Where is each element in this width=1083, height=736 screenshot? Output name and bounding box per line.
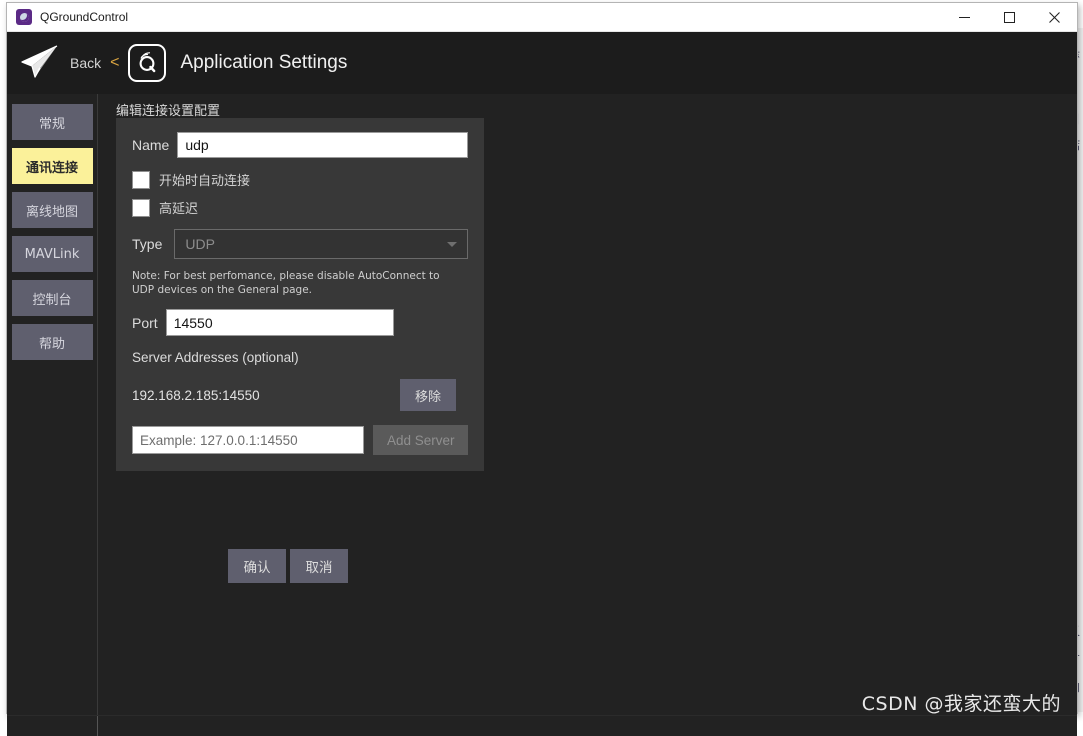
new-server-input[interactable]: Example: 127.0.0.1:14550: [132, 426, 365, 455]
sidebar-item-mavlink[interactable]: MAVLink: [11, 236, 93, 272]
confirm-button[interactable]: 确认: [228, 549, 286, 583]
high-latency-checkbox-row[interactable]: 高延迟: [132, 198, 468, 217]
name-label: Name: [132, 137, 170, 153]
sidebar-item-offline-maps[interactable]: 离线地图: [11, 192, 93, 228]
name-row: Name udp: [132, 132, 468, 158]
server-addresses-heading: Server Addresses (optional): [132, 350, 299, 366]
window-controls: [942, 3, 1077, 31]
sidebar-item-help[interactable]: 帮助: [11, 324, 93, 360]
qgc-app-icon: [16, 9, 32, 25]
settings-sidebar: 常规 通讯连接 离线地图 MAVLink 控制台 帮助: [7, 94, 98, 715]
autoconnect-checkbox-row[interactable]: 开始时自动连接: [132, 170, 468, 189]
add-server-button[interactable]: Add Server: [373, 425, 468, 456]
server-address-row: 192.168.2.185:14550 移除: [132, 379, 468, 412]
close-icon[interactable]: [1032, 3, 1077, 31]
port-label: Port: [132, 314, 158, 331]
watermark: CSDN @我家还蛮大的: [861, 693, 1061, 715]
app-header: Back < Application Settings: [7, 32, 1077, 94]
panel-heading: 编辑连接设置配置: [116, 104, 221, 119]
minimize-icon[interactable]: [942, 3, 987, 31]
high-latency-checkbox[interactable]: [132, 198, 150, 217]
window-title: QGroundControl: [40, 10, 129, 24]
port-row: Port 14550: [132, 309, 468, 337]
autoconnect-label: 开始时自动连接: [159, 174, 251, 189]
window-bottom-strip: [7, 715, 1077, 736]
high-latency-label: 高延迟: [159, 202, 199, 217]
sidebar-item-comm-links[interactable]: 通讯连接: [11, 148, 93, 184]
bottom-divider: [97, 716, 98, 736]
link-config-panel: Name udp 开始时自动连接 高延迟 Type UDP Note: For …: [116, 118, 484, 472]
type-label: Type: [132, 236, 163, 252]
note-text: Note: For best perfomance, please disabl…: [132, 270, 440, 297]
add-server-row: Example: 127.0.0.1:14550 Add Server: [132, 425, 468, 456]
page-title: Application Settings: [180, 52, 348, 73]
cancel-button[interactable]: 取消: [290, 549, 348, 583]
port-input[interactable]: 14550: [165, 309, 394, 337]
sidebar-item-general[interactable]: 常规: [11, 104, 93, 140]
name-input[interactable]: udp: [177, 132, 468, 158]
remove-server-button[interactable]: 移除: [400, 379, 456, 412]
chevron-down-icon: [447, 241, 457, 247]
maximize-icon[interactable]: [987, 3, 1032, 31]
qgroundcontrol-window: QGroundControl Back < Application Settin…: [6, 2, 1078, 736]
dialog-actions: 确认 取消: [228, 549, 352, 583]
paper-plane-icon[interactable]: [19, 44, 61, 82]
back-chevron-icon[interactable]: <: [110, 54, 119, 72]
sidebar-item-console[interactable]: 控制台: [11, 280, 93, 316]
main-body: 常规 通讯连接 离线地图 MAVLink 控制台 帮助 编辑连接设置配置 Nam…: [7, 94, 1077, 715]
type-dropdown[interactable]: UDP: [174, 229, 468, 259]
settings-content: 编辑连接设置配置 Name udp 开始时自动连接 高延迟 Type UDP N…: [98, 94, 1077, 715]
back-label[interactable]: Back: [70, 55, 101, 71]
type-row: Type UDP: [132, 229, 468, 259]
qgc-logo-icon: [128, 44, 167, 82]
server-address-value: 192.168.2.185:14550: [132, 387, 260, 403]
title-bar[interactable]: QGroundControl: [7, 3, 1077, 32]
autoconnect-checkbox[interactable]: [132, 170, 150, 189]
type-value: UDP: [185, 236, 215, 252]
